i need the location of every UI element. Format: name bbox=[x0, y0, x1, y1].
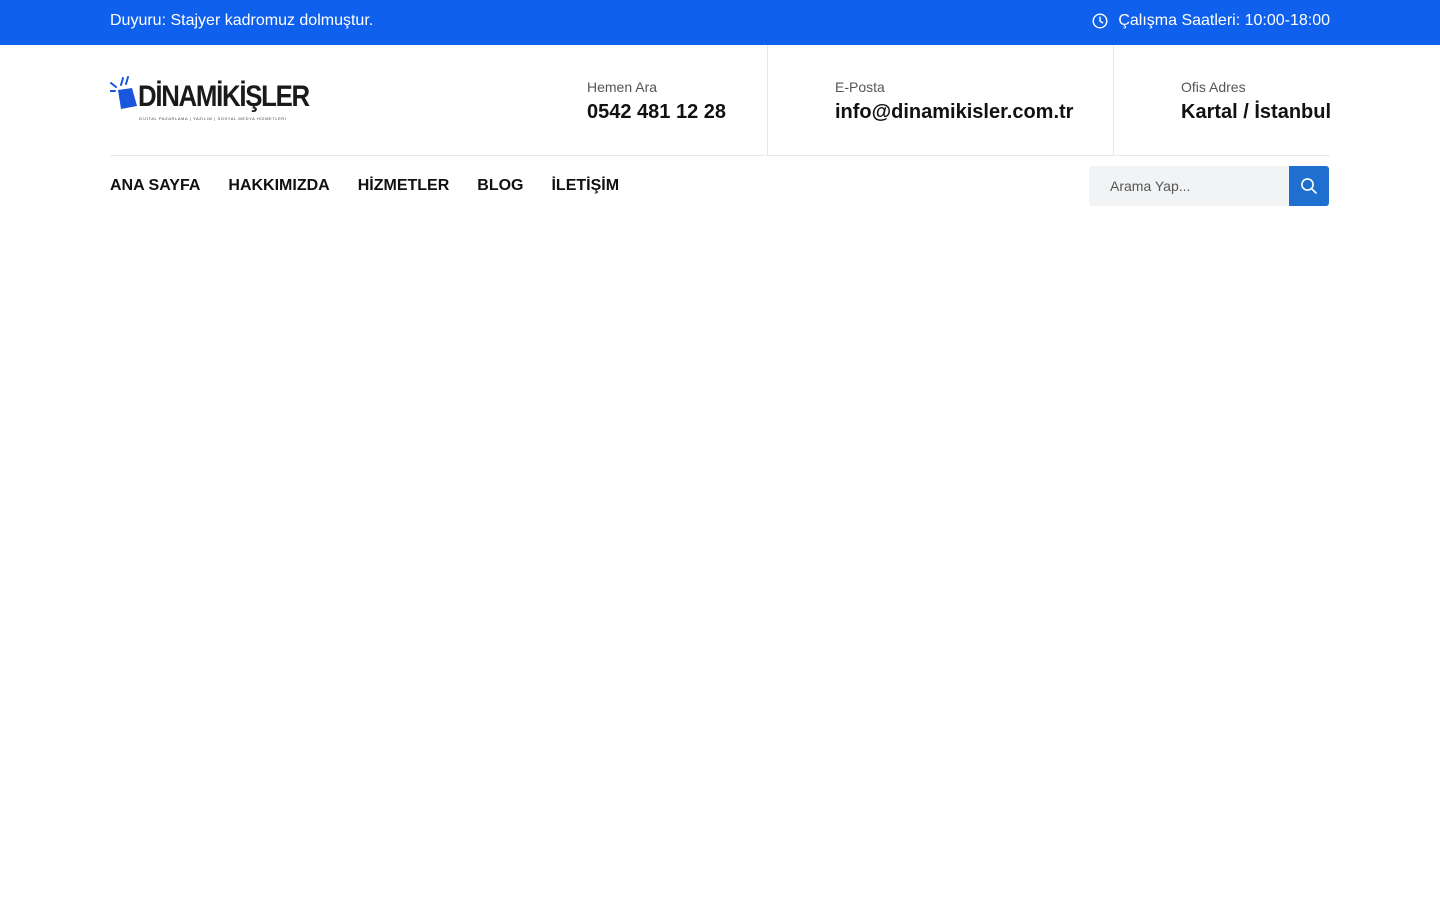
site-logo[interactable]: DİNAMİKİŞLER DİJİTAL PAZARLAMA | YAZILIM… bbox=[110, 76, 310, 124]
contact-address: Ofis Adres Kartal / İstanbul bbox=[1113, 45, 1333, 155]
contact-phone: Hemen Ara 0542 481 12 28 bbox=[587, 45, 767, 155]
nav-item-blog[interactable]: BLOG bbox=[477, 177, 523, 195]
contact-address-value: Kartal / İstanbul bbox=[1181, 101, 1332, 123]
contact-phone-value[interactable]: 0542 481 12 28 bbox=[587, 101, 726, 124]
nav-item-home[interactable]: ANA SAYFA bbox=[110, 177, 200, 195]
search-input[interactable] bbox=[1089, 166, 1289, 206]
working-hours: Çalışma Saatleri: 10:00-18:00 bbox=[1092, 12, 1330, 30]
contact-email: E-Posta info@dinamikisler.com.tr bbox=[767, 45, 1113, 155]
contact-phone-label: Hemen Ara bbox=[587, 79, 658, 95]
site-header: DİNAMİKİŞLER DİJİTAL PAZARLAMA | YAZILIM… bbox=[0, 45, 1440, 155]
search-button[interactable] bbox=[1289, 166, 1329, 206]
nav-item-about[interactable]: HAKKIMIZDA bbox=[228, 177, 329, 195]
nav-item-services[interactable]: HİZMETLER bbox=[358, 177, 450, 195]
nav-item-contact[interactable]: İLETİŞİM bbox=[551, 177, 619, 195]
contact-address-label: Ofis Adres bbox=[1181, 79, 1246, 95]
contact-email-value[interactable]: info@dinamikisler.com.tr bbox=[835, 101, 1073, 124]
search-icon bbox=[1301, 178, 1317, 194]
clock-icon bbox=[1092, 13, 1108, 29]
announcement-bar: Duyuru: Stajyer kadromuz dolmuştur. Çalı… bbox=[0, 0, 1440, 45]
header-divider bbox=[110, 155, 1330, 156]
logo-tagline: DİJİTAL PAZARLAMA | YAZILIM | SOSYAL MED… bbox=[139, 116, 287, 121]
search-box bbox=[1089, 166, 1329, 206]
contact-email-label: E-Posta bbox=[835, 79, 885, 95]
working-hours-text: Çalışma Saatleri: 10:00-18:00 bbox=[1118, 12, 1330, 29]
logo-name: DİNAMİKİŞLER bbox=[138, 80, 310, 113]
announcement-text: Duyuru: Stajyer kadromuz dolmuştur. bbox=[110, 12, 374, 29]
main-nav: ANA SAYFA HAKKIMIZDA HİZMETLER BLOG İLET… bbox=[110, 166, 647, 206]
logo-mark bbox=[110, 76, 137, 109]
